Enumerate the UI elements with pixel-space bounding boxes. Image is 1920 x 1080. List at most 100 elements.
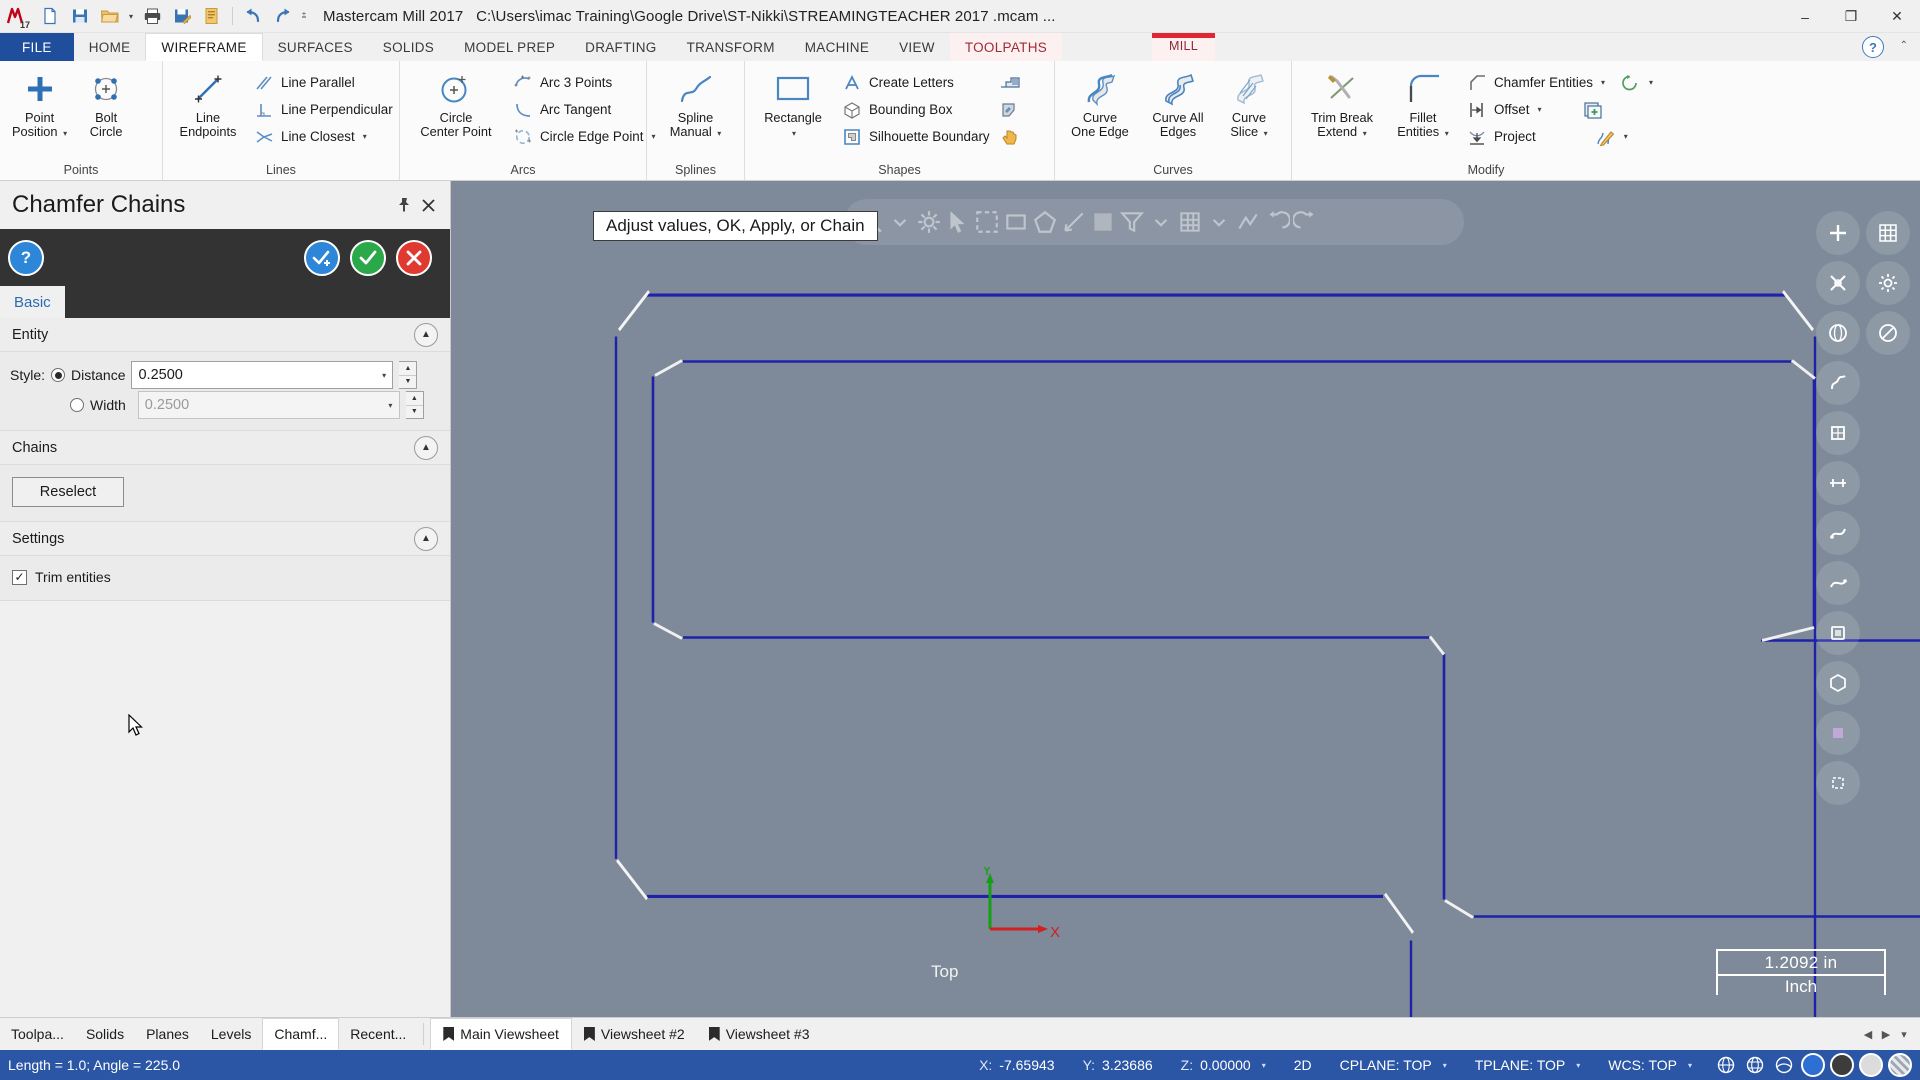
section-settings-header[interactable]: Settings ▲ — [0, 522, 450, 556]
pin-icon[interactable] — [392, 193, 416, 217]
bottom-tab-toolpaths[interactable]: Toolpa... — [0, 1018, 75, 1050]
circle-edge-point-button[interactable]: Circle Edge Point ▾ — [506, 123, 661, 150]
curve-all-edges-button[interactable]: Curve All Edges — [1139, 67, 1217, 141]
tab-toolpaths[interactable]: TOOLPATHS — [949, 33, 1063, 61]
bottom-tab-chamfer[interactable]: Chamf... — [262, 1018, 340, 1050]
reselect-button[interactable]: Reselect — [12, 477, 124, 507]
chevron-up-icon[interactable]: ▲ — [414, 526, 438, 551]
trim-break-extend-button[interactable]: Trim Break Extend ▾ — [1298, 67, 1386, 143]
apply-chain-icon[interactable] — [304, 239, 340, 276]
chevron-down-icon[interactable]: ▾ — [1688, 1061, 1692, 1070]
close-button[interactable]: ✕ — [1874, 0, 1920, 33]
chevron-up-icon[interactable]: ▲ — [414, 435, 438, 460]
chevron-down-icon[interactable]: ▾ — [63, 129, 67, 138]
redo-button[interactable] — [269, 2, 297, 30]
chevron-down-icon[interactable]: ▾ — [1363, 129, 1367, 138]
tab-file[interactable]: FILE — [0, 33, 74, 61]
document-info-button[interactable] — [198, 2, 226, 30]
globe-icon[interactable] — [1714, 1053, 1738, 1077]
bottom-tab-solids[interactable]: Solids — [75, 1018, 135, 1050]
distance-field[interactable]: ▾ — [131, 361, 394, 389]
globe-plane-icon[interactable] — [1772, 1053, 1796, 1077]
help-icon[interactable]: ? — [1862, 36, 1884, 58]
chevron-down-icon[interactable]: ▾ — [1445, 129, 1449, 138]
chevron-down-icon[interactable]: ▾ — [1601, 78, 1605, 87]
tab-model-prep[interactable]: MODEL PREP — [449, 33, 570, 61]
chevron-down-icon[interactable]: ▾ — [1443, 1061, 1447, 1070]
distance-input[interactable] — [132, 362, 376, 388]
tab-view[interactable]: VIEW — [884, 33, 950, 61]
undo-button[interactable] — [239, 2, 267, 30]
chevron-down-icon[interactable]: ▾ — [376, 362, 393, 388]
chevron-down-icon[interactable]: ▾ — [1264, 129, 1268, 138]
wcs-selector[interactable]: WCS: TOP ▾ — [1594, 1057, 1706, 1073]
silhouette-boundary-button[interactable]: Silhouette Boundary — [835, 123, 996, 150]
chevron-down-icon[interactable]: ▾ — [1262, 1061, 1266, 1070]
curve-one-edge-button[interactable]: Curve One Edge — [1061, 67, 1139, 141]
tab-transform[interactable]: TRANSFORM — [672, 33, 790, 61]
print-button[interactable] — [138, 2, 166, 30]
open-dropdown-icon[interactable]: ▾ — [126, 12, 136, 21]
offset-button[interactable]: Offset ▾ — [1460, 96, 1659, 123]
chevron-down-icon[interactable]: ▾ — [1649, 78, 1653, 87]
grid-toggle-icon[interactable] — [1866, 211, 1910, 255]
new-file-button[interactable] — [36, 2, 64, 30]
viewsheet-tab-2[interactable]: Viewsheet #2 — [572, 1018, 697, 1050]
help-icon[interactable]: ? — [8, 239, 44, 276]
bolt-circle-button[interactable]: Bolt Circle — [73, 67, 139, 141]
mode-2d-toggle[interactable]: 2D — [1280, 1057, 1326, 1073]
tab-home[interactable]: HOME — [74, 33, 146, 61]
chamfer-entities-button[interactable]: Chamfer Entities ▾ ▾ — [1460, 69, 1659, 96]
blank-view-icon[interactable] — [1816, 761, 1860, 805]
fit-screen-icon[interactable] — [1816, 211, 1860, 255]
spline-manual-button[interactable]: Spline Manual ▾ — [654, 67, 738, 143]
tplane-selector[interactable]: TPLANE: TOP ▾ — [1461, 1057, 1595, 1073]
shaded-view-icon[interactable] — [1816, 411, 1860, 455]
color-swatch-blue[interactable] — [1801, 1053, 1825, 1077]
width-radio[interactable] — [70, 398, 84, 412]
viewsheet-prev-icon[interactable]: ◀ — [1860, 1024, 1876, 1044]
arc-tangent-button[interactable]: Arc Tangent — [506, 96, 661, 123]
restore-button[interactable]: ❐ — [1828, 0, 1874, 33]
project-button[interactable]: Project ▾ — [1460, 123, 1659, 150]
width-field[interactable]: ▾ — [137, 391, 400, 419]
section-chains-header[interactable]: Chains ▲ — [0, 431, 450, 465]
chevron-down-icon[interactable]: ▾ — [792, 129, 796, 138]
minimize-button[interactable]: – — [1782, 0, 1828, 33]
section-view-icon[interactable] — [1816, 461, 1860, 505]
color-swatch-light[interactable] — [1859, 1053, 1883, 1077]
color-view-icon[interactable] — [1816, 711, 1860, 755]
distance-stepper[interactable]: ▲ ▼ — [399, 361, 418, 389]
trim-entities-row[interactable]: Trim entities — [12, 564, 440, 590]
globe-wire-icon[interactable] — [1743, 1053, 1767, 1077]
render-view-icon[interactable] — [1816, 611, 1860, 655]
create-letters-button[interactable]: Create Letters — [835, 69, 996, 96]
material-view-icon[interactable] — [1816, 561, 1860, 605]
tab-solids[interactable]: SOLIDS — [368, 33, 449, 61]
edit-spline-icon[interactable] — [1594, 127, 1616, 147]
width-stepper[interactable]: ▲ ▼ — [405, 391, 424, 419]
graphics-viewport[interactable]: Adjust values, OK, Apply, or Chain Y X T… — [451, 181, 1920, 1017]
trim-entities-checkbox[interactable] — [12, 569, 27, 585]
open-folder-button[interactable] — [96, 2, 124, 30]
line-closest-button[interactable]: Line Closest ▾ — [247, 123, 399, 150]
save-button[interactable] — [66, 2, 94, 30]
ok-check-icon[interactable] — [350, 239, 386, 276]
chevron-down-icon[interactable]: ▾ — [717, 129, 721, 138]
circle-center-point-button[interactable]: Circle Center Point — [406, 67, 506, 141]
viewsheet-tab-3[interactable]: Viewsheet #3 — [697, 1018, 822, 1050]
collapse-ribbon-icon[interactable]: ⌃ — [1900, 40, 1908, 51]
save-as-button[interactable] — [168, 2, 196, 30]
line-endpoints-button[interactable]: Line Endpoints — [169, 67, 247, 141]
tab-drafting[interactable]: DRAFTING — [570, 33, 671, 61]
section-entity-header[interactable]: Entity ▲ — [0, 318, 450, 352]
isometric-view-icon[interactable] — [1816, 311, 1860, 355]
viewsheet-next-icon[interactable]: ▶ — [1878, 1024, 1894, 1044]
chamfer-modify-arc-icon[interactable] — [1619, 73, 1641, 93]
chevron-down-icon[interactable]: ▾ — [1624, 132, 1628, 141]
bounding-box-button[interactable]: Bounding Box — [835, 96, 996, 123]
tab-wireframe[interactable]: WIREFRAME — [145, 33, 263, 61]
tab-surfaces[interactable]: SURFACES — [263, 33, 368, 61]
rectangle-button[interactable]: Rectangle ▾ — [751, 67, 835, 143]
distance-radio[interactable] — [51, 368, 66, 382]
